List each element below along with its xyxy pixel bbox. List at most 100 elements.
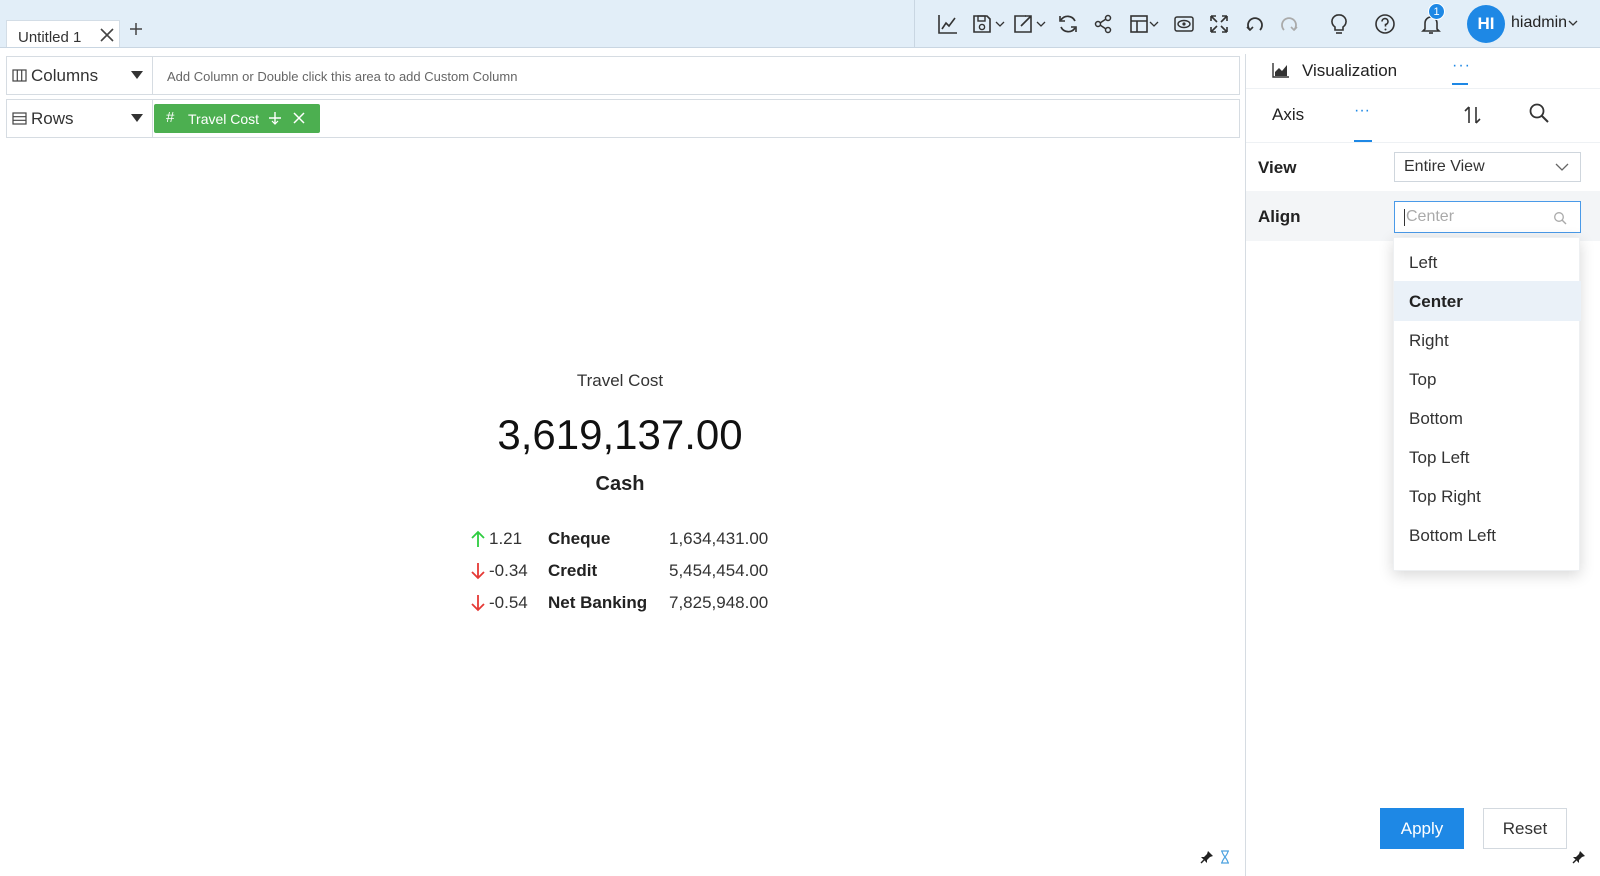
add-tab-icon[interactable] [128,21,144,37]
comparison-value: 5,454,454.00 [669,561,769,580]
travel-cost-pill[interactable]: # Travel Cost [154,104,320,133]
comparison-change: -0.34 [489,561,528,580]
option-label: Left [1409,253,1438,272]
arrow-down-icon [471,563,485,580]
align-search-input[interactable]: Center [1394,201,1581,233]
rows-shelf[interactable]: Rows # Travel Cost [6,99,1240,138]
columns-shelf-label[interactable]: Columns [7,57,153,94]
more-options-tab[interactable]: ··· [1452,57,1472,74]
tab-label: Untitled 1 [18,29,82,46]
columns-drop-hint: Add Column or Double click this area to … [167,69,518,84]
username[interactable]: hiadmin [1511,14,1578,32]
search-icon[interactable] [1528,102,1550,124]
comparison-value: 7,825,948.00 [669,593,769,612]
chevron-down-icon [1568,20,1578,26]
option-label: Top Left [1409,448,1470,467]
option-right[interactable]: Right [1394,320,1581,360]
close-icon[interactable] [99,27,115,43]
active-tab-indicator [1452,83,1468,85]
comparison-change: -0.54 [489,593,528,612]
card-subtitle: Cash [595,473,645,495]
pin-icon[interactable] [1572,850,1586,864]
caret-down-icon[interactable] [131,71,143,80]
axis-more-tab[interactable]: ··· [1354,102,1370,120]
columns-shelf[interactable]: Columns Add Column or Double click this … [6,56,1240,95]
option-label: Bottom [1409,409,1463,428]
comparison-value: 1,634,431.00 [669,529,769,548]
pin-icon[interactable] [1200,850,1214,864]
divider [1246,142,1600,143]
share-icon[interactable] [1090,12,1116,36]
rows-label: Rows [31,109,74,128]
option-label: Bottom Left [1409,526,1496,545]
reset-button[interactable]: Reset [1483,808,1567,849]
fullscreen-icon[interactable] [1206,12,1232,36]
card-value: 3,619,137.00 [497,411,743,458]
chart-line-icon[interactable] [935,12,961,36]
option-label: Center [1409,292,1463,311]
option-left[interactable]: Left [1394,242,1581,282]
avatar[interactable]: HI [1467,5,1505,43]
chevron-down-icon[interactable] [1149,20,1159,28]
redo-icon[interactable] [1276,12,1302,36]
view-row: View Entire View [1246,144,1600,191]
option-center[interactable]: Center [1394,281,1581,321]
comparison-name: Cheque [548,529,611,548]
lightbulb-icon[interactable] [1326,12,1352,36]
comparison-row: -0.54 Net Banking 7,825,948.00 [470,591,790,615]
top-bar: Untitled 1 1 HI hiadmin [0,0,1600,48]
columns-icon [12,69,27,82]
apply-button[interactable]: Apply [1380,808,1464,849]
align-label: Align [1258,207,1301,226]
card-title: Travel Cost [576,371,664,390]
view-select-value: Entire View [1404,158,1485,175]
option-top[interactable]: Top [1394,359,1581,399]
comparison-name: Net Banking [548,593,648,612]
option-label: Top Right [1409,487,1481,506]
comparison-change: 1.21 [489,529,523,548]
numeric-type-icon: # [166,109,175,126]
rows-shelf-label[interactable]: Rows [7,100,153,137]
sort-icon[interactable] [1462,104,1484,126]
help-icon[interactable] [1372,12,1398,36]
option-bottom[interactable]: Bottom [1394,398,1581,438]
arrow-up-icon [471,530,485,547]
preview-icon[interactable] [1171,12,1197,36]
app-window: Untitled 1 1 HI hiadmin Columns Add Colu… [0,0,1600,876]
chevron-down-icon[interactable] [1036,20,1046,28]
option-bottom-left[interactable]: Bottom Left [1394,515,1581,555]
refresh-icon[interactable] [1055,12,1081,36]
view-select[interactable]: Entire View [1394,152,1581,182]
caret-down-icon[interactable] [131,114,143,123]
columns-label: Columns [31,66,99,85]
text-cursor [1404,209,1405,226]
divider [1246,88,1600,89]
option-top-left[interactable]: Top Left [1394,437,1581,477]
chevron-down-icon[interactable] [995,20,1005,28]
axis-tab[interactable]: Axis [1272,105,1304,125]
username-label: hiadmin [1511,14,1568,31]
pill-options-icon[interactable] [268,111,282,125]
tab-untitled-1[interactable]: Untitled 1 [6,20,120,47]
hourglass-icon [1221,850,1229,864]
option-top-right[interactable]: Top Right [1394,476,1581,516]
area-chart-icon [1272,63,1289,78]
option-label: Top [1409,370,1437,389]
undo-icon[interactable] [1242,12,1268,36]
comparison-row: -0.34 Credit 5,454,454.00 [470,559,790,583]
rows-icon [12,112,27,125]
visualization-tab[interactable]: Visualization [1302,61,1397,81]
option-label: Right [1409,331,1449,350]
align-row: Align Center [1246,191,1600,241]
remove-pill-icon[interactable] [292,111,306,125]
comparison-name: Credit [548,561,598,580]
save-icon[interactable] [969,12,995,36]
arrow-down-icon [471,595,485,612]
align-dropdown: Left Center Right Top Bottom Top Left To… [1393,237,1581,571]
notification-badge: 1 [1428,3,1445,20]
comparison-row: 1.21 Cheque 1,634,431.00 [470,527,790,551]
export-icon[interactable] [1010,12,1036,36]
pill-label: Travel Cost [188,111,260,127]
chevron-down-icon [1555,163,1569,171]
view-label: View [1258,158,1297,177]
